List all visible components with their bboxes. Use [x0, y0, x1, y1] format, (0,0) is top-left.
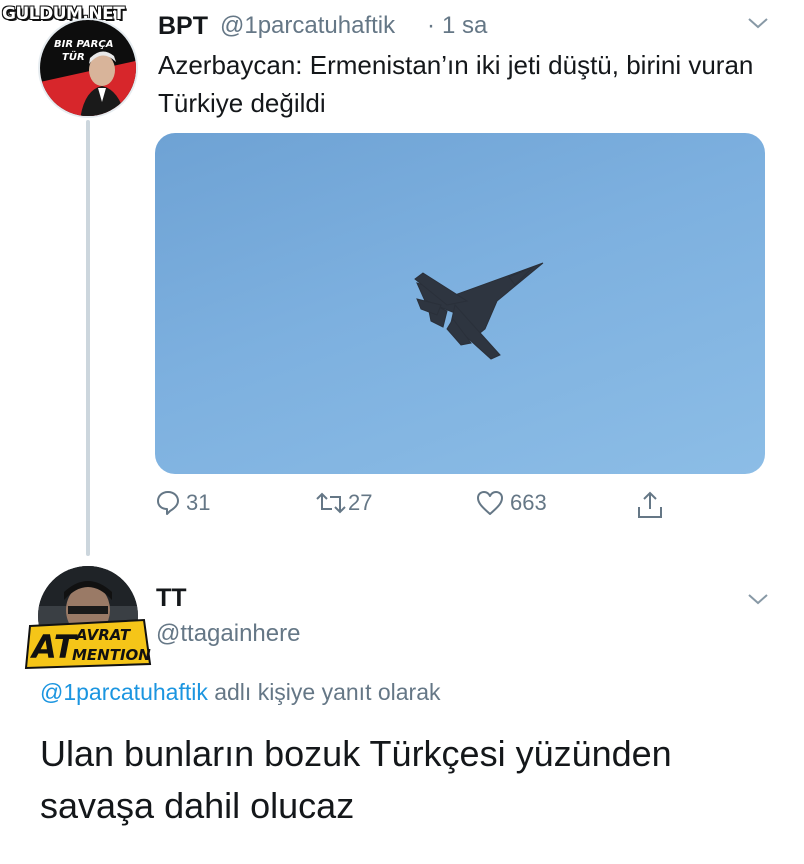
reply-icon	[157, 491, 179, 515]
like-action[interactable]: 663	[476, 490, 547, 516]
avatar-portrait-image: BIR PARÇA TÜR	[40, 20, 136, 116]
author-avatar[interactable]: BIR PARÇA TÜR	[38, 18, 138, 118]
like-count: 663	[510, 490, 547, 515]
replying-to-suffix: adlı kişiye yanıt olarak	[207, 679, 441, 705]
badge-line1: AVRAT	[75, 626, 132, 644]
badge-line2: MENTION	[72, 646, 151, 664]
reply-text: Ulan bunların bozuk Türkçesi yüzünden sa…	[40, 733, 672, 826]
badge-big-text: AT	[29, 628, 78, 666]
header-separator: ·	[427, 12, 435, 39]
replying-to-line: @1parcatuhaftik adlı kişiye yanıt olarak	[40, 679, 441, 706]
share-action[interactable]	[636, 490, 664, 520]
reply-chevron-down-icon[interactable]	[747, 592, 769, 606]
tweet-timestamp[interactable]: 1 sa	[442, 12, 487, 40]
replying-to-mention-link[interactable]: @1parcatuhaftik	[40, 679, 208, 705]
retweet-icon	[316, 492, 346, 514]
retweet-count: 27	[348, 490, 373, 515]
svg-text:TÜR: TÜR	[62, 49, 85, 63]
author-handle[interactable]: @1parcatuhaftik	[220, 12, 395, 40]
reply-action[interactable]: 31	[156, 490, 210, 516]
reply-author-handle[interactable]: @ttagainhere	[156, 620, 300, 648]
reply-count: 31	[186, 490, 211, 515]
tweet-media-image[interactable]	[155, 133, 765, 474]
thread-connector-line	[86, 120, 90, 556]
tweet-text: Azerbaycan: Ermenistan’ın iki jeti düştü…	[158, 50, 754, 118]
author-name[interactable]: BPT	[158, 12, 208, 41]
retweet-action[interactable]: 27	[316, 490, 372, 516]
reply-author-name[interactable]: TT	[156, 584, 187, 613]
share-icon	[638, 491, 662, 518]
chevron-down-icon[interactable]	[747, 16, 769, 30]
heart-icon	[477, 491, 503, 515]
avrat-mention-badge: AT AVRAT MENTION	[24, 618, 152, 670]
svg-text:BIR PARÇA: BIR PARÇA	[54, 39, 113, 50]
fighter-jet-icon	[414, 262, 544, 360]
